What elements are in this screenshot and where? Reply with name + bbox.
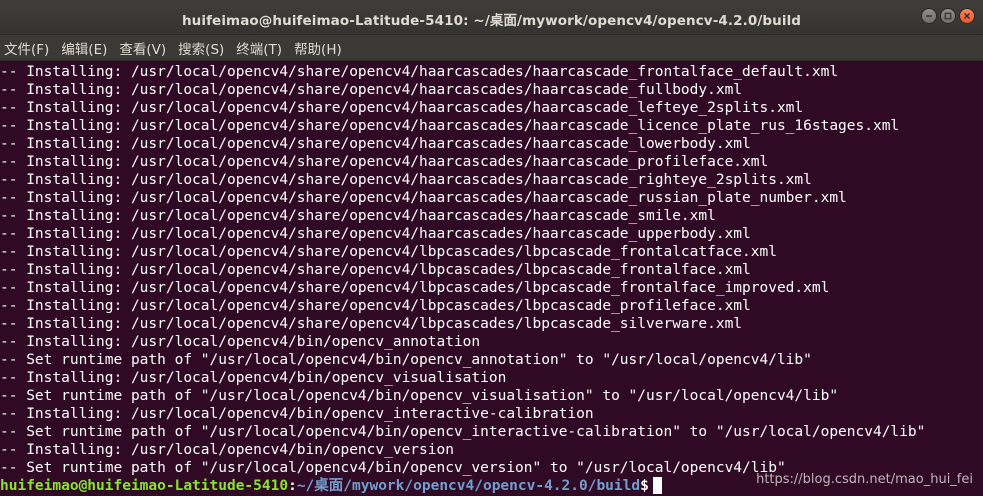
terminal-line: -- Installing: /usr/local/opencv4/share/… bbox=[0, 100, 804, 116]
menu-view[interactable]: 查看(V) bbox=[119, 38, 166, 58]
menu-terminal[interactable]: 终端(T) bbox=[236, 38, 282, 58]
menu-file[interactable]: 文件(F) bbox=[4, 38, 49, 58]
minimize-icon bbox=[925, 12, 933, 20]
prompt-dollar: $ bbox=[640, 478, 649, 494]
terminal-line: -- Installing: /usr/local/opencv4/share/… bbox=[0, 118, 900, 134]
minimize-button[interactable] bbox=[921, 8, 937, 24]
terminal-line: -- Installing: /usr/local/opencv4/share/… bbox=[0, 316, 743, 332]
terminal-line: -- Installing: /usr/local/opencv4/bin/op… bbox=[0, 334, 481, 350]
terminal-line: -- Installing: /usr/local/opencv4/share/… bbox=[0, 244, 777, 260]
terminal-line: -- Installing: /usr/local/opencv4/share/… bbox=[0, 172, 812, 188]
menu-bar: 文件(F) 编辑(E) 查看(V) 搜索(S) 终端(T) 帮助(H) bbox=[0, 35, 983, 61]
prompt-path: ~/桌面/mywork/opencv4/opencv-4.2.0/build bbox=[296, 478, 641, 494]
terminal-line: -- Installing: /usr/local/opencv4/share/… bbox=[0, 154, 769, 170]
terminal-line: -- Set runtime path of "/usr/local/openc… bbox=[0, 424, 926, 440]
prompt-colon: : bbox=[288, 478, 297, 494]
terminal-line: -- Installing: /usr/local/opencv4/share/… bbox=[0, 136, 751, 152]
terminal-line: -- Installing: /usr/local/opencv4/share/… bbox=[0, 82, 743, 98]
terminal-line: -- Installing: /usr/local/opencv4/bin/op… bbox=[0, 406, 594, 422]
terminal-line: -- Installing: /usr/local/opencv4/share/… bbox=[0, 298, 751, 314]
terminal-line: -- Installing: /usr/local/opencv4/share/… bbox=[0, 226, 751, 242]
window-title: huifeimao@huifeimao-Latitude-5410: ~/桌面/… bbox=[181, 13, 802, 29]
menu-edit[interactable]: 编辑(E) bbox=[61, 38, 107, 58]
terminal-line: -- Installing: /usr/local/opencv4/bin/op… bbox=[0, 442, 454, 458]
close-icon bbox=[963, 12, 971, 20]
text-cursor bbox=[652, 477, 662, 494]
terminal-line: -- Set runtime path of "/usr/local/openc… bbox=[0, 352, 812, 368]
menu-search[interactable]: 搜索(S) bbox=[178, 38, 224, 58]
terminal-output[interactable]: -- Installing: /usr/local/opencv4/share/… bbox=[0, 63, 983, 496]
terminal-line: -- Installing: /usr/local/opencv4/share/… bbox=[0, 190, 847, 206]
title-bar[interactable]: huifeimao@huifeimao-Latitude-5410: ~/桌面/… bbox=[0, 0, 983, 35]
terminal-line: -- Installing: /usr/local/opencv4/share/… bbox=[0, 262, 751, 278]
maximize-button[interactable] bbox=[940, 8, 956, 24]
menu-help[interactable]: 帮助(H) bbox=[294, 38, 342, 58]
window-controls bbox=[921, 8, 975, 24]
maximize-icon bbox=[944, 12, 952, 20]
close-button[interactable] bbox=[959, 8, 975, 24]
terminal-line: -- Installing: /usr/local/opencv4/share/… bbox=[0, 208, 716, 224]
prompt-user-host: huifeimao@huifeimao-Latitude-5410 bbox=[0, 478, 289, 494]
terminal-line: -- Set runtime path of "/usr/local/openc… bbox=[0, 388, 839, 404]
terminal-line: -- Installing: /usr/local/opencv4/bin/op… bbox=[0, 370, 507, 386]
terminal-line: -- Installing: /usr/local/opencv4/share/… bbox=[0, 280, 830, 296]
terminal-line: -- Installing: /usr/local/opencv4/share/… bbox=[0, 64, 839, 80]
watermark: https://blog.csdn.net/mao_hui_fei bbox=[756, 472, 973, 487]
